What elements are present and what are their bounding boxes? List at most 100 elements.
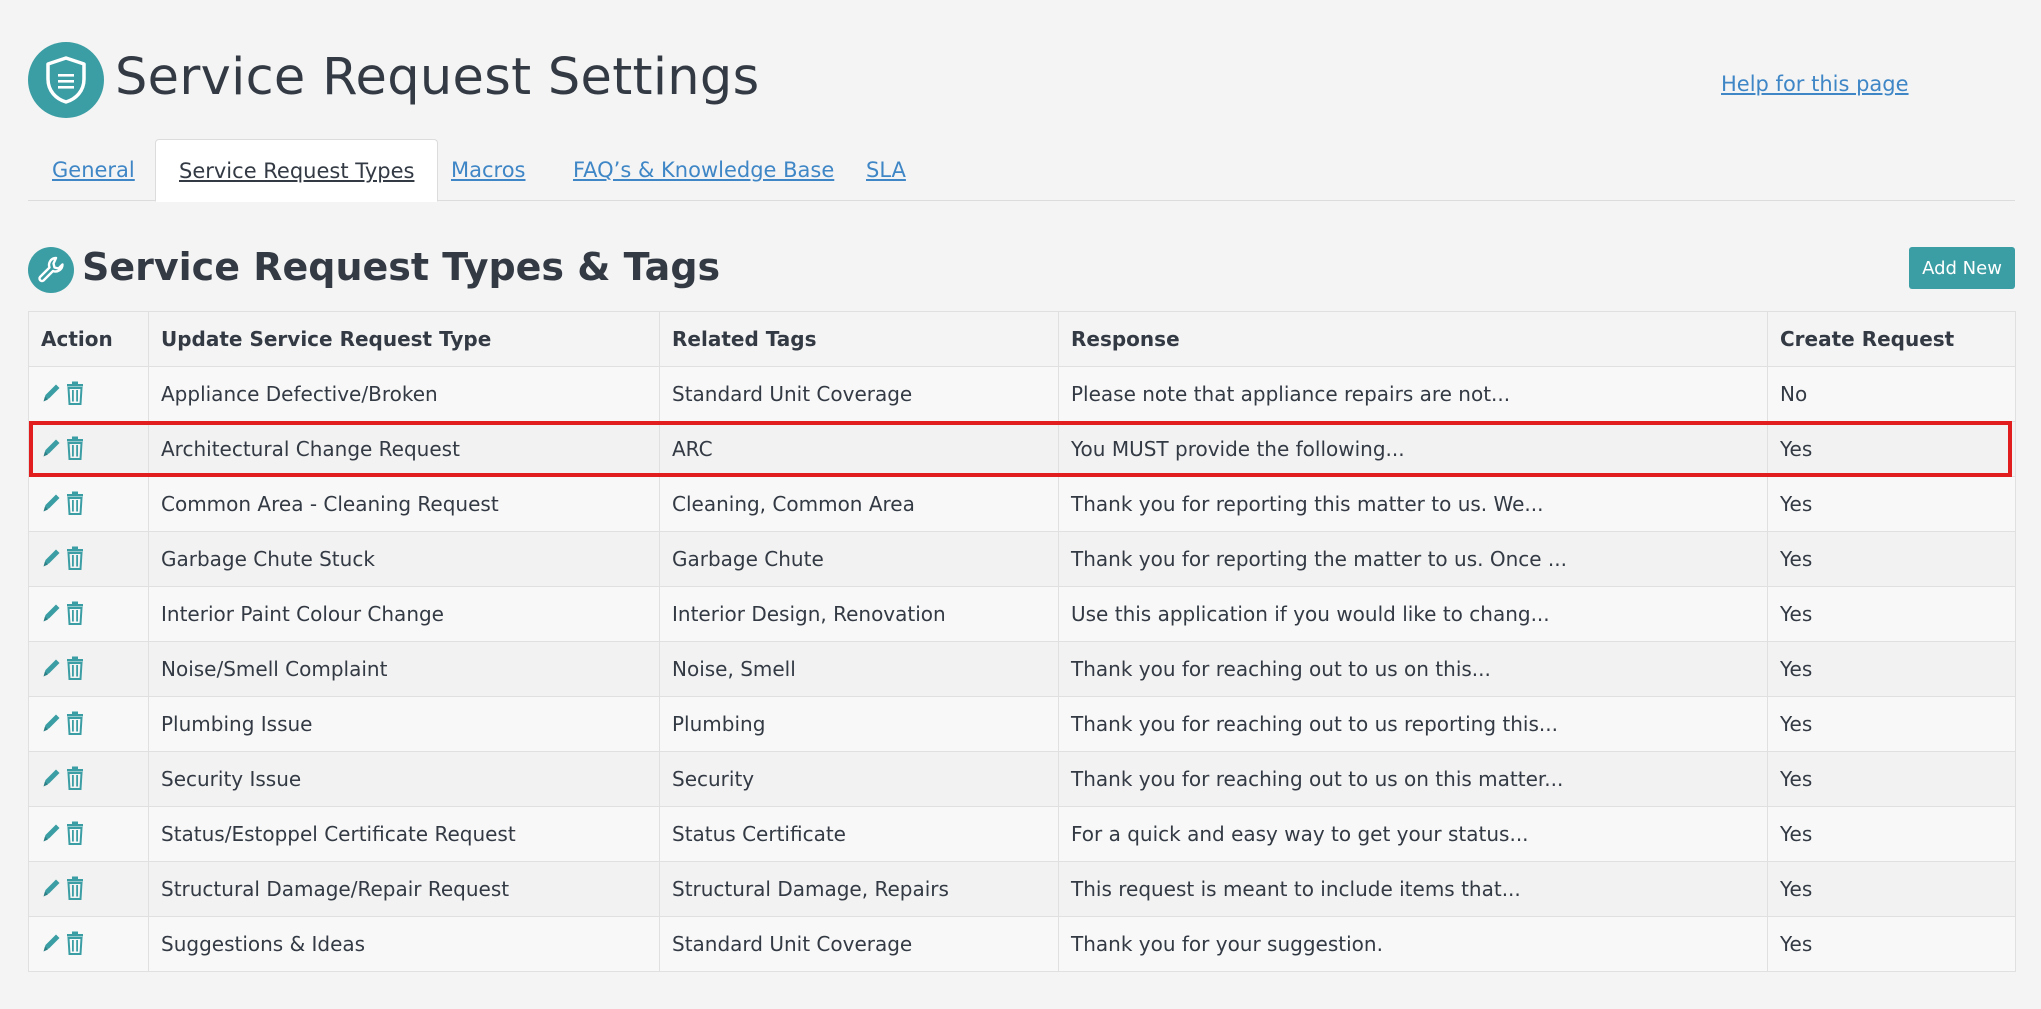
- edit-pencil-icon[interactable]: [41, 491, 65, 517]
- cell-request-type: Suggestions & Ideas: [148, 916, 660, 972]
- edit-pencil-icon[interactable]: [41, 876, 65, 902]
- column-header-action: Action: [28, 311, 149, 367]
- table-row[interactable]: Suggestions & Ideas Standard Unit Coverag…: [28, 916, 2016, 972]
- row-actions: [28, 696, 149, 752]
- section-title: Service Request Types & Tags: [82, 245, 721, 289]
- table-row[interactable]: Noise/Smell Complaint Noise, Smell Thank y…: [28, 641, 2016, 697]
- tab-sla[interactable]: SLA: [866, 139, 906, 201]
- delete-trash-icon[interactable]: [65, 436, 89, 462]
- cell-related-tags: Standard Unit Coverage: [659, 366, 1059, 422]
- cell-request-type: Common Area - Cleaning Request: [148, 476, 660, 532]
- row-actions: [28, 366, 149, 422]
- section-header: Service Request Types & Tags Add New: [28, 245, 2015, 293]
- row-actions: [28, 421, 149, 477]
- delete-trash-icon[interactable]: [65, 656, 89, 682]
- cell-response: Thank you for reporting this matter to u…: [1058, 476, 1768, 532]
- cell-related-tags: Security: [659, 751, 1059, 807]
- cell-create-request: Yes: [1767, 806, 2016, 862]
- cell-related-tags: Garbage Chute: [659, 531, 1059, 587]
- tab-faqs-knowledge-base[interactable]: FAQ’s & Knowledge Base: [573, 139, 834, 201]
- cell-create-request: No: [1767, 366, 2016, 422]
- shield-icon: [28, 42, 104, 118]
- settings-tabs: General Service Request Types Macros FAQ…: [28, 139, 2015, 202]
- edit-pencil-icon[interactable]: [41, 381, 65, 407]
- edit-pencil-icon[interactable]: [41, 821, 65, 847]
- page-header: Service Request Settings Help for this p…: [28, 42, 2018, 118]
- table-row[interactable]: Security Issue Security Thank you for reac…: [28, 751, 2016, 807]
- table-row[interactable]: Architectural Change Request ARC You MUST …: [28, 421, 2016, 477]
- cell-response: This request is meant to include items t…: [1058, 861, 1768, 917]
- row-actions: [28, 806, 149, 862]
- cell-create-request: Yes: [1767, 751, 2016, 807]
- cell-request-type: Plumbing Issue: [148, 696, 660, 752]
- page-title: Service Request Settings: [115, 48, 760, 107]
- cell-related-tags: Status Certificate: [659, 806, 1059, 862]
- tab-service-request-types[interactable]: Service Request Types: [155, 139, 439, 202]
- table-header-row: Action Update Service Request Type Relat…: [28, 311, 2016, 367]
- cell-related-tags: Cleaning, Common Area: [659, 476, 1059, 532]
- row-actions: [28, 531, 149, 587]
- service-request-types-table: Action Update Service Request Type Relat…: [28, 311, 2016, 972]
- cell-create-request: Yes: [1767, 531, 2016, 587]
- edit-pencil-icon[interactable]: [41, 436, 65, 462]
- table-row[interactable]: Structural Damage/Repair Request Structur…: [28, 861, 2016, 917]
- row-actions: [28, 586, 149, 642]
- cell-request-type: Interior Paint Colour Change: [148, 586, 660, 642]
- table-row[interactable]: Plumbing Issue Plumbing Thank you for reac…: [28, 696, 2016, 752]
- help-link[interactable]: Help for this page: [1721, 72, 1909, 96]
- add-new-button[interactable]: Add New: [1909, 247, 2015, 289]
- table-row[interactable]: Common Area - Cleaning Request Cleaning, …: [28, 476, 2016, 532]
- cell-create-request: Yes: [1767, 641, 2016, 697]
- cell-response: Thank you for reporting the matter to us…: [1058, 531, 1768, 587]
- cell-create-request: Yes: [1767, 476, 2016, 532]
- delete-trash-icon[interactable]: [65, 491, 89, 517]
- column-header-type: Update Service Request Type: [148, 311, 660, 367]
- delete-trash-icon[interactable]: [65, 821, 89, 847]
- cell-request-type: Security Issue: [148, 751, 660, 807]
- edit-pencil-icon[interactable]: [41, 931, 65, 957]
- edit-pencil-icon[interactable]: [41, 711, 65, 737]
- cell-related-tags: Noise, Smell: [659, 641, 1059, 697]
- wrench-icon: [28, 247, 74, 293]
- cell-related-tags: ARC: [659, 421, 1059, 477]
- row-actions: [28, 476, 149, 532]
- table-body: Appliance Defective/Broken Standard Unit …: [28, 366, 2016, 972]
- tab-general[interactable]: General: [52, 139, 135, 201]
- row-actions: [28, 641, 149, 697]
- cell-create-request: Yes: [1767, 421, 2016, 477]
- delete-trash-icon[interactable]: [65, 711, 89, 737]
- cell-response: Thank you for your suggestion.: [1058, 916, 1768, 972]
- table-row[interactable]: Appliance Defective/Broken Standard Unit …: [28, 366, 2016, 422]
- delete-trash-icon[interactable]: [65, 931, 89, 957]
- cell-response: Thank you for reaching out to us on this…: [1058, 751, 1768, 807]
- delete-trash-icon[interactable]: [65, 766, 89, 792]
- delete-trash-icon[interactable]: [65, 381, 89, 407]
- cell-create-request: Yes: [1767, 916, 2016, 972]
- cell-create-request: Yes: [1767, 586, 2016, 642]
- edit-pencil-icon[interactable]: [41, 546, 65, 572]
- cell-request-type: Noise/Smell Complaint: [148, 641, 660, 697]
- cell-related-tags: Structural Damage, Repairs: [659, 861, 1059, 917]
- cell-request-type: Architectural Change Request: [148, 421, 660, 477]
- delete-trash-icon[interactable]: [65, 876, 89, 902]
- delete-trash-icon[interactable]: [65, 546, 89, 572]
- tab-macros[interactable]: Macros: [451, 139, 526, 201]
- row-actions: [28, 861, 149, 917]
- cell-response: Thank you for reaching out to us reporti…: [1058, 696, 1768, 752]
- delete-trash-icon[interactable]: [65, 601, 89, 627]
- table-row[interactable]: Status/Estoppel Certificate Request Statu…: [28, 806, 2016, 862]
- cell-response: Please note that appliance repairs are n…: [1058, 366, 1768, 422]
- cell-request-type: Garbage Chute Stuck: [148, 531, 660, 587]
- cell-response: You MUST provide the following...: [1058, 421, 1768, 477]
- table-row[interactable]: Garbage Chute Stuck Garbage Chute Thank yo…: [28, 531, 2016, 587]
- edit-pencil-icon[interactable]: [41, 766, 65, 792]
- cell-related-tags: Plumbing: [659, 696, 1059, 752]
- column-header-create-request: Create Request: [1767, 311, 2016, 367]
- edit-pencil-icon[interactable]: [41, 656, 65, 682]
- cell-response: Thank you for reaching out to us on this…: [1058, 641, 1768, 697]
- table-row[interactable]: Interior Paint Colour Change Interior Des…: [28, 586, 2016, 642]
- edit-pencil-icon[interactable]: [41, 601, 65, 627]
- cell-related-tags: Interior Design, Renovation: [659, 586, 1059, 642]
- cell-request-type: Structural Damage/Repair Request: [148, 861, 660, 917]
- cell-response: Use this application if you would like t…: [1058, 586, 1768, 642]
